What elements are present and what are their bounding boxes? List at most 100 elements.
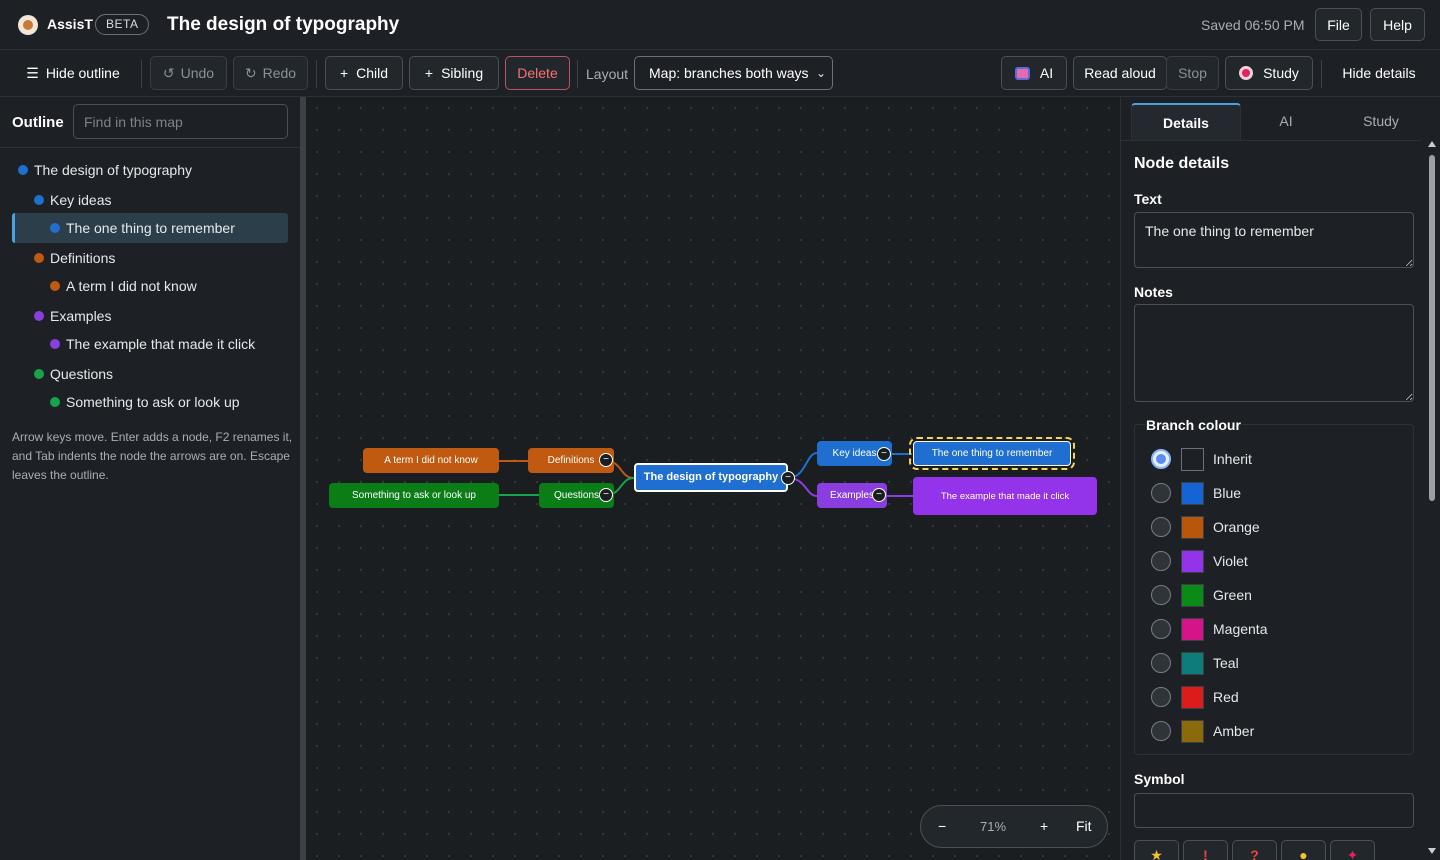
- collapse-toggle-icon[interactable]: −: [781, 471, 795, 485]
- details-panel: Details AI Study Node details Text The o…: [1120, 97, 1440, 860]
- fit-button[interactable]: Fit: [1076, 806, 1092, 847]
- colour-option-blue[interactable]: Blue: [1151, 480, 1241, 506]
- outline-item-label: Examples: [50, 308, 112, 324]
- hide-outline-button[interactable]: ☰ Hide outline: [14, 56, 132, 90]
- scrollbar-thumb[interactable]: [1429, 155, 1435, 501]
- colour-option-magenta[interactable]: Magenta: [1151, 616, 1267, 642]
- colour-option-teal[interactable]: Teal: [1151, 650, 1239, 676]
- node-details-heading: Node details: [1134, 155, 1230, 172]
- outline-item-label: A term I did not know: [66, 278, 197, 294]
- radio-icon[interactable]: [1151, 585, 1171, 605]
- outline-item-key-ideas[interactable]: Key ideas: [34, 186, 288, 214]
- radio-icon[interactable]: [1151, 687, 1171, 707]
- pin-icon[interactable]: ✦: [1330, 840, 1375, 860]
- add-child-button[interactable]: + Child: [325, 56, 403, 90]
- collapse-toggle-icon[interactable]: −: [599, 488, 613, 502]
- document-title[interactable]: The design of typography: [167, 14, 399, 36]
- scroll-up-icon[interactable]: [1428, 141, 1436, 147]
- colour-option-orange[interactable]: Orange: [1151, 514, 1260, 540]
- help-button[interactable]: Help: [1370, 8, 1425, 41]
- branch-colour-label: Branch colour: [1145, 417, 1242, 433]
- outline-item-something[interactable]: Something to ask or look up: [50, 388, 288, 416]
- layout-label: Layout: [586, 66, 629, 82]
- target-icon: [1239, 66, 1254, 80]
- ai-label: AI: [1039, 65, 1054, 81]
- ai-button[interactable]: AI: [1001, 56, 1067, 90]
- symbol-label: Symbol: [1134, 771, 1185, 787]
- mind-map-canvas[interactable]: The design of typography − Key ideas − T…: [306, 97, 1120, 860]
- file-menu-button[interactable]: File: [1315, 8, 1362, 41]
- colour-name: Magenta: [1213, 621, 1268, 637]
- zoom-level: 71%: [980, 819, 1007, 834]
- undo-button[interactable]: ↺ Undo: [150, 56, 227, 90]
- exclamation-icon[interactable]: !: [1183, 840, 1228, 860]
- colour-name: Amber: [1213, 723, 1255, 739]
- collapse-toggle-icon[interactable]: −: [877, 447, 891, 461]
- outline-item-term[interactable]: A term I did not know: [50, 272, 288, 300]
- colour-option-green[interactable]: Green: [1151, 582, 1252, 608]
- plus-icon: +: [339, 65, 349, 81]
- radio-icon[interactable]: [1151, 653, 1171, 673]
- radio-icon[interactable]: [1151, 619, 1171, 639]
- colour-name: Violet: [1213, 553, 1248, 569]
- node-text-field[interactable]: The one thing to remember: [1134, 212, 1414, 268]
- star-icon[interactable]: ★: [1134, 840, 1179, 860]
- node-notes-field[interactable]: [1134, 304, 1414, 402]
- divider: [1321, 60, 1322, 88]
- collapse-toggle-icon[interactable]: −: [599, 453, 613, 467]
- find-in-map-input[interactable]: [73, 104, 288, 139]
- map-node-something[interactable]: Something to ask or look up: [329, 483, 499, 508]
- colour-option-inherit[interactable]: Inherit: [1151, 446, 1252, 472]
- radio-selected-icon[interactable]: [1151, 449, 1171, 469]
- lightbulb-icon[interactable]: ●: [1281, 840, 1326, 860]
- read-aloud-button[interactable]: Read aloud: [1073, 56, 1167, 90]
- zoom-in-button[interactable]: +: [1040, 806, 1048, 847]
- beta-badge: BETA: [95, 14, 150, 35]
- outline-item-questions[interactable]: Questions: [34, 360, 288, 388]
- add-sibling-button[interactable]: + Sibling: [409, 56, 499, 90]
- add-sibling-label: Sibling: [441, 65, 484, 81]
- tab-ai[interactable]: AI: [1241, 103, 1331, 140]
- layout-select[interactable]: Map: branches both ways ⌄: [634, 56, 833, 90]
- outline-item-examples[interactable]: Examples: [34, 302, 288, 330]
- redo-button[interactable]: ↻ Redo: [233, 56, 308, 90]
- colour-option-red[interactable]: Red: [1151, 684, 1239, 710]
- branch-dot-icon: [34, 195, 44, 205]
- branch-dot-icon: [50, 339, 60, 349]
- radio-icon[interactable]: [1151, 483, 1171, 503]
- stop-button[interactable]: Stop: [1166, 56, 1219, 90]
- colour-option-amber[interactable]: Amber: [1151, 718, 1254, 744]
- colour-option-violet[interactable]: Violet: [1151, 548, 1248, 574]
- zoom-controls: − 71% + Fit: [920, 805, 1108, 848]
- hide-details-button[interactable]: Hide details: [1331, 56, 1427, 90]
- colour-swatch: [1181, 685, 1204, 709]
- branch-dot-icon: [34, 311, 44, 321]
- radio-icon[interactable]: [1151, 551, 1171, 571]
- symbol-field[interactable]: [1134, 793, 1414, 828]
- branch-dot-icon: [50, 223, 60, 233]
- outline-item-root[interactable]: The design of typography: [18, 156, 288, 184]
- question-icon[interactable]: ?: [1232, 840, 1277, 860]
- colour-swatch: [1181, 447, 1204, 471]
- delete-button[interactable]: Delete: [505, 56, 570, 90]
- outline-item-one-thing[interactable]: The one thing to remember: [12, 213, 288, 243]
- radio-icon[interactable]: [1151, 517, 1171, 537]
- outline-item-example-click[interactable]: The example that made it click: [50, 330, 288, 358]
- notes-label: Notes: [1134, 284, 1173, 300]
- outline-item-definitions[interactable]: Definitions: [34, 244, 288, 272]
- undo-label: Undo: [180, 65, 215, 81]
- study-button[interactable]: Study: [1225, 56, 1313, 90]
- radio-icon[interactable]: [1151, 721, 1171, 741]
- map-node-root[interactable]: The design of typography: [634, 463, 788, 492]
- map-node-term[interactable]: A term I did not know: [363, 448, 499, 473]
- details-scrollbar[interactable]: [1427, 141, 1437, 860]
- outline-item-label: Questions: [50, 366, 114, 382]
- collapse-toggle-icon[interactable]: −: [872, 488, 886, 502]
- outline-item-label: The one thing to remember: [66, 220, 235, 236]
- map-node-one-thing[interactable]: The one thing to remember: [909, 437, 1075, 470]
- zoom-out-button[interactable]: −: [938, 806, 946, 847]
- tab-study[interactable]: Study: [1331, 103, 1431, 140]
- map-node-example-click[interactable]: The example that made it click: [913, 477, 1097, 515]
- scroll-down-icon[interactable]: [1428, 848, 1436, 854]
- tab-details[interactable]: Details: [1131, 103, 1241, 140]
